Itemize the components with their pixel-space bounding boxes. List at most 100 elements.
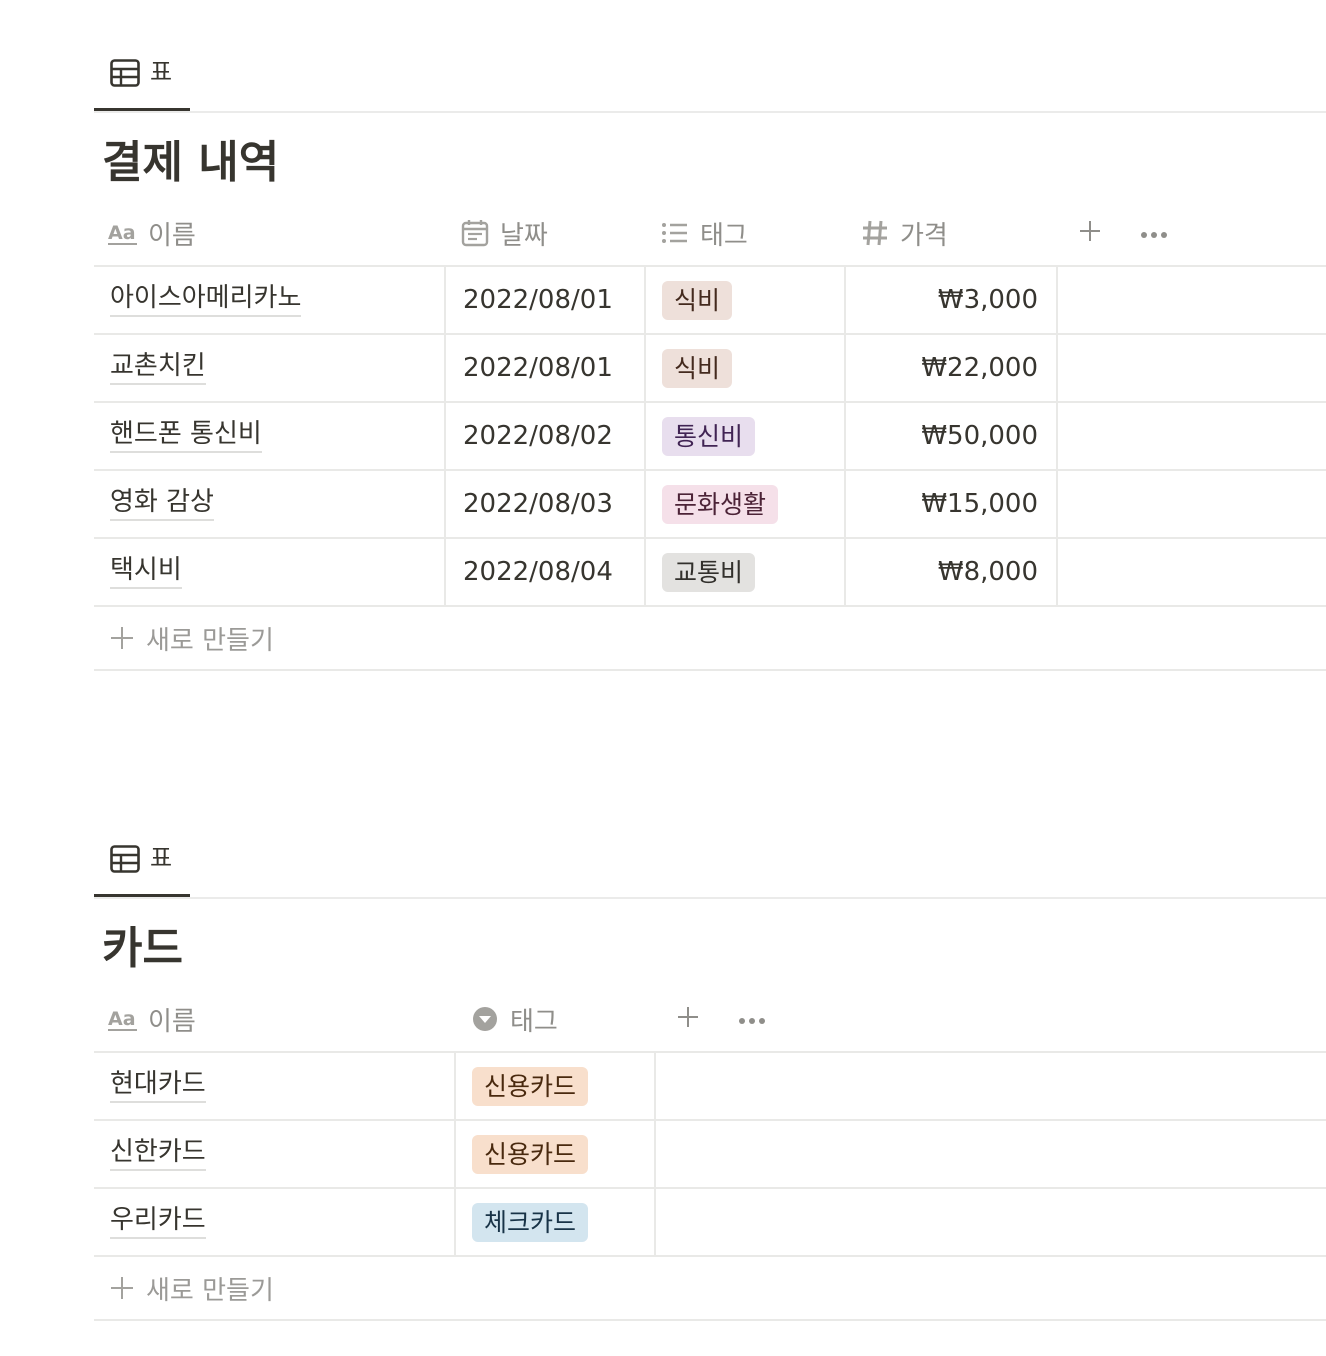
cell-date[interactable]: 2022/08/01 bbox=[463, 267, 613, 333]
cell-name[interactable]: 신한카드 bbox=[110, 1121, 206, 1187]
column-header-tag[interactable]: 태그 bbox=[660, 201, 748, 265]
table-icon bbox=[110, 59, 140, 91]
tag-badge: 체크카드 bbox=[472, 1202, 589, 1242]
cell-name[interactable]: 핸드폰 통신비 bbox=[110, 403, 262, 469]
plus-icon bbox=[1078, 219, 1102, 247]
column-divider bbox=[454, 1053, 456, 1119]
table-row[interactable]: 교촌치킨 2022/08/01 식비 ₩22,000 bbox=[94, 335, 1326, 403]
column-divider bbox=[1056, 335, 1058, 401]
row-title[interactable]: 교촌치킨 bbox=[110, 351, 206, 385]
column-divider bbox=[654, 1121, 656, 1187]
cell-tag[interactable]: 통신비 bbox=[662, 403, 756, 469]
table-row[interactable]: 우리카드 체크카드 bbox=[94, 1189, 1326, 1257]
column-divider bbox=[644, 539, 646, 605]
row-title[interactable]: 현대카드 bbox=[110, 1069, 206, 1103]
column-label: 날짜 bbox=[500, 220, 548, 251]
view-tab-label: 표 bbox=[150, 58, 173, 86]
column-divider bbox=[454, 1189, 456, 1255]
table-row[interactable]: 현대카드 신용카드 bbox=[94, 1053, 1326, 1121]
column-label: 태그 bbox=[700, 220, 748, 251]
row-title[interactable]: 핸드폰 통신비 bbox=[110, 419, 262, 453]
cell-date[interactable]: 2022/08/03 bbox=[463, 471, 613, 537]
row-title[interactable]: 신한카드 bbox=[110, 1137, 206, 1171]
add-new-label: 새로 만들기 bbox=[146, 1275, 274, 1306]
column-divider bbox=[444, 267, 446, 333]
cell-tag[interactable]: 식비 bbox=[662, 267, 733, 333]
row-title[interactable]: 영화 감상 bbox=[110, 487, 214, 521]
column-header-tag[interactable]: 태그 bbox=[470, 987, 558, 1051]
database-title[interactable]: 결제 내역 bbox=[102, 135, 1326, 201]
add-property-button[interactable] bbox=[676, 987, 700, 1051]
cell-tag[interactable]: 식비 bbox=[662, 335, 733, 401]
column-divider bbox=[1056, 471, 1058, 537]
cell-date[interactable]: 2022/08/04 bbox=[463, 539, 613, 605]
column-divider bbox=[444, 471, 446, 537]
row-title[interactable]: 택시비 bbox=[110, 555, 182, 589]
column-divider bbox=[444, 403, 446, 469]
column-divider bbox=[644, 335, 646, 401]
cell-price[interactable]: ₩50,000 bbox=[846, 403, 1056, 469]
more-options-button[interactable] bbox=[1140, 201, 1168, 265]
table-header: Aa 이름 날짜 태그 가격 bbox=[94, 201, 1326, 267]
cell-tag[interactable]: 신용카드 bbox=[472, 1121, 589, 1187]
table-row[interactable]: 아이스아메리카노 2022/08/01 식비 ₩3,000 bbox=[94, 267, 1326, 335]
column-header-name[interactable]: Aa 이름 bbox=[108, 201, 196, 265]
cell-price[interactable]: ₩3,000 bbox=[846, 267, 1056, 333]
cell-name[interactable]: 현대카드 bbox=[110, 1053, 206, 1119]
cell-name[interactable]: 택시비 bbox=[110, 539, 182, 605]
tag-badge: 신용카드 bbox=[472, 1066, 589, 1106]
cell-price[interactable]: ₩8,000 bbox=[846, 539, 1056, 605]
column-label: 이름 bbox=[148, 220, 196, 251]
table-row[interactable]: 신한카드 신용카드 bbox=[94, 1121, 1326, 1189]
cell-tag[interactable]: 신용카드 bbox=[472, 1053, 589, 1119]
tag-badge: 통신비 bbox=[662, 416, 756, 456]
cell-date[interactable]: 2022/08/01 bbox=[463, 335, 613, 401]
column-divider bbox=[644, 471, 646, 537]
row-title[interactable]: 아이스아메리카노 bbox=[110, 283, 302, 317]
cell-tag[interactable]: 교통비 bbox=[662, 539, 756, 605]
svg-text:Aa: Aa bbox=[108, 1008, 136, 1030]
more-options-button[interactable] bbox=[738, 987, 766, 1051]
column-header-price[interactable]: 가격 bbox=[860, 201, 948, 265]
cell-name[interactable]: 교촌치킨 bbox=[110, 335, 206, 401]
column-divider bbox=[454, 1121, 456, 1187]
column-divider bbox=[1056, 403, 1058, 469]
view-tab-label: 표 bbox=[150, 844, 173, 872]
text-aa-icon: Aa bbox=[108, 218, 138, 248]
add-new-row-button[interactable]: 새로 만들기 bbox=[94, 1257, 1326, 1321]
cell-price[interactable]: ₩22,000 bbox=[846, 335, 1056, 401]
tag-badge: 식비 bbox=[662, 348, 733, 388]
table-row[interactable]: 택시비 2022/08/04 교통비 ₩8,000 bbox=[94, 539, 1326, 607]
column-divider bbox=[444, 335, 446, 401]
column-label: 이름 bbox=[148, 1006, 196, 1037]
tag-badge: 문화생활 bbox=[662, 484, 779, 524]
cell-name[interactable]: 아이스아메리카노 bbox=[110, 267, 302, 333]
row-title[interactable]: 우리카드 bbox=[110, 1205, 206, 1239]
plus-icon bbox=[676, 1005, 700, 1033]
database-title[interactable]: 카드 bbox=[102, 921, 1326, 987]
number-hash-icon bbox=[860, 218, 890, 248]
add-new-row-button[interactable]: 새로 만들기 bbox=[94, 607, 1326, 671]
cell-tag[interactable]: 문화생활 bbox=[662, 471, 779, 537]
column-header-name[interactable]: Aa 이름 bbox=[108, 987, 196, 1051]
table-row[interactable]: 핸드폰 통신비 2022/08/02 통신비 ₩50,000 bbox=[94, 403, 1326, 471]
cell-date[interactable]: 2022/08/02 bbox=[463, 403, 613, 469]
ellipsis-icon bbox=[738, 1010, 766, 1029]
add-new-label: 새로 만들기 bbox=[146, 625, 274, 656]
cell-price[interactable]: ₩15,000 bbox=[846, 471, 1056, 537]
view-tab-table[interactable]: 표 bbox=[94, 40, 190, 111]
cell-name[interactable]: 영화 감상 bbox=[110, 471, 214, 537]
cell-name[interactable]: 우리카드 bbox=[110, 1189, 206, 1255]
column-header-date[interactable]: 날짜 bbox=[460, 201, 548, 265]
add-property-button[interactable] bbox=[1078, 201, 1102, 265]
tag-badge: 교통비 bbox=[662, 552, 756, 592]
text-aa-icon: Aa bbox=[108, 1004, 138, 1034]
cell-tag[interactable]: 체크카드 bbox=[472, 1189, 589, 1255]
list-icon bbox=[660, 218, 690, 248]
table-icon bbox=[110, 845, 140, 877]
column-divider bbox=[1056, 539, 1058, 605]
view-tabs-bar: 표 bbox=[94, 40, 1326, 113]
cards-database: 표 카드 Aa 이름 태그 현대카드 신용카드 신한카드 신용카드 우리카드 체크카 bbox=[94, 826, 1326, 1321]
view-tab-table[interactable]: 표 bbox=[94, 826, 190, 897]
table-row[interactable]: 영화 감상 2022/08/03 문화생활 ₩15,000 bbox=[94, 471, 1326, 539]
